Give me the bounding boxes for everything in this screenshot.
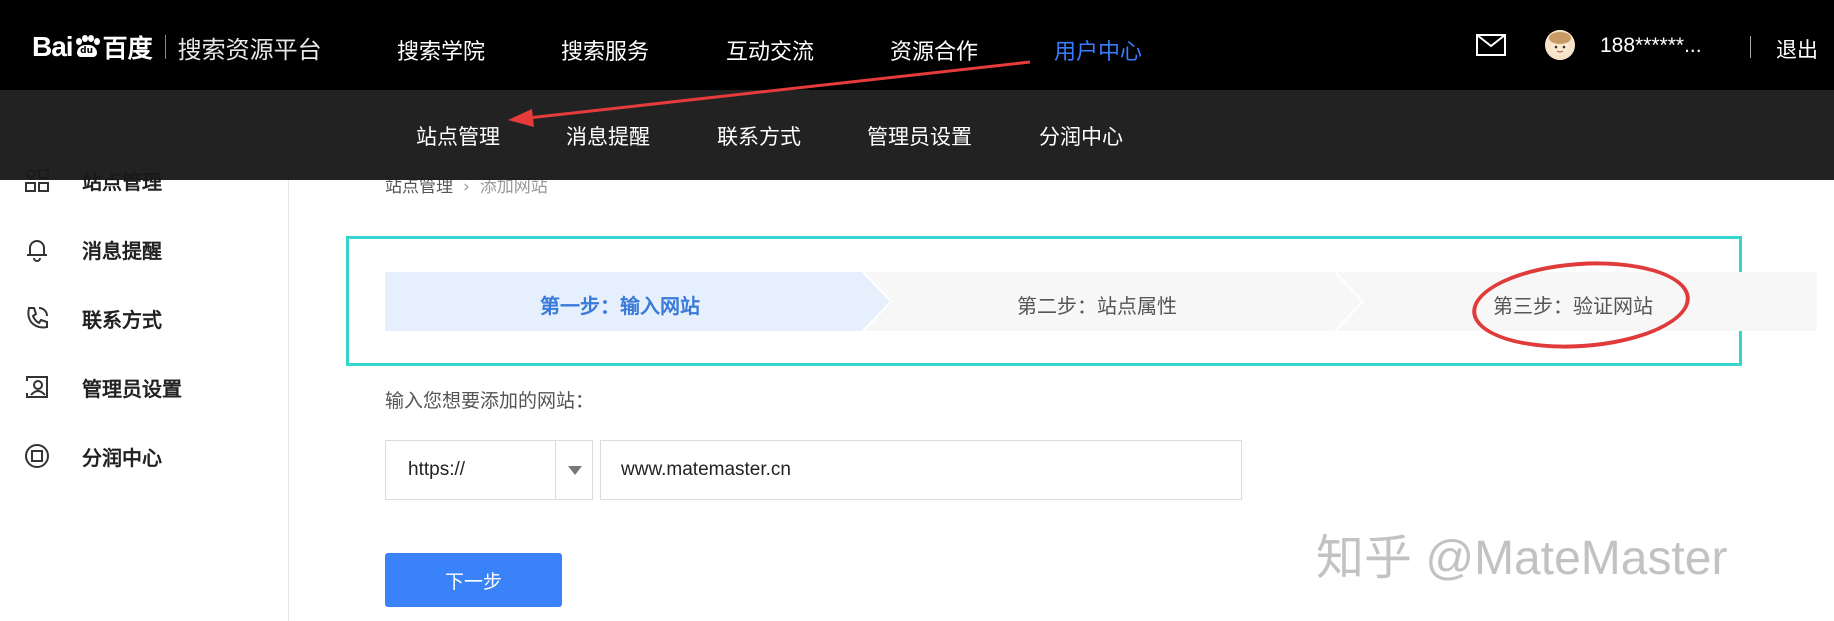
sidebar-item-label: 管理员设置	[82, 376, 182, 401]
sidebar-item-admin[interactable]: 管理员设置	[22, 372, 182, 402]
protocol-select[interactable]: https://	[385, 440, 593, 500]
url-input[interactable]	[600, 440, 1242, 500]
sidebar-item-messages[interactable]: 消息提醒	[22, 234, 162, 264]
admin-icon	[22, 372, 52, 402]
url-prompt: 输入您想要添加的网站：	[385, 390, 595, 412]
subnav-item-messages[interactable]: 消息提醒	[566, 121, 650, 151]
nav-item-community[interactable]: 互动交流	[726, 34, 814, 66]
sub-nav-bar: 站点管理 消息提醒 联系方式 管理员设置 分润中心	[0, 90, 1834, 180]
sidebar-item-contact[interactable]: 联系方式	[22, 303, 162, 333]
caret-down-icon[interactable]	[568, 466, 582, 475]
subnav-item-site-manage[interactable]: 站点管理	[416, 121, 500, 151]
baidu-logo[interactable]: Bai du 百度 搜索资源平台	[32, 30, 322, 64]
mail-icon[interactable]	[1476, 34, 1506, 56]
phone-icon	[22, 303, 52, 333]
username[interactable]: 188******...	[1600, 34, 1702, 58]
bell-icon	[22, 234, 52, 264]
subnav-item-admin[interactable]: 管理员设置	[867, 121, 972, 151]
logo-divider	[164, 35, 166, 59]
nav-item-search-service[interactable]: 搜索服务	[561, 34, 649, 66]
breadcrumb-separator: ›	[463, 177, 470, 197]
logo-cn-text: 百度	[102, 34, 153, 63]
subnav-item-contact[interactable]: 联系方式	[717, 121, 801, 151]
step-1: 第一步：输入网站	[540, 294, 700, 318]
header-divider	[1750, 36, 1751, 58]
nav-item-resource-coop[interactable]: 资源合作	[890, 34, 978, 66]
sidebar-item-label: 联系方式	[82, 307, 162, 332]
sidebar-item-revenue[interactable]: 分润中心	[22, 441, 162, 471]
subnav-item-revenue[interactable]: 分润中心	[1039, 121, 1123, 151]
logo-text: Bai	[32, 31, 74, 62]
watermark: 知乎 @MateMaster	[1316, 532, 1728, 585]
paw-icon: du	[74, 35, 100, 59]
paw-label: du	[76, 45, 97, 57]
breadcrumb-root[interactable]: 站点管理	[385, 177, 453, 197]
next-step-button[interactable]: 下一步	[385, 553, 562, 607]
breadcrumb-current: 添加网站	[479, 177, 548, 197]
protocol-divider	[555, 441, 556, 499]
sidebar-item-label: 分润中心	[82, 445, 162, 470]
sidebar-item-label: 消息提醒	[82, 238, 162, 263]
logout-link[interactable]: 退出	[1776, 34, 1818, 64]
protocol-value: https://	[408, 459, 466, 480]
platform-name: 搜索资源平台	[177, 35, 322, 64]
sidebar: 站点管理 消息提醒 联系方式 管理员设置 分润中心	[0, 150, 289, 621]
step-2: 第二步：站点属性	[1017, 294, 1177, 318]
nav-item-user-center[interactable]: 用户中心	[1054, 34, 1142, 66]
revenue-icon	[22, 441, 52, 471]
nav-item-search-academy[interactable]: 搜索学院	[397, 34, 485, 66]
top-nav-bar: Bai du 百度 搜索资源平台 搜索学院 搜索服务 互动交流 资源合作 用户中…	[0, 0, 1834, 90]
avatar[interactable]	[1545, 30, 1575, 60]
